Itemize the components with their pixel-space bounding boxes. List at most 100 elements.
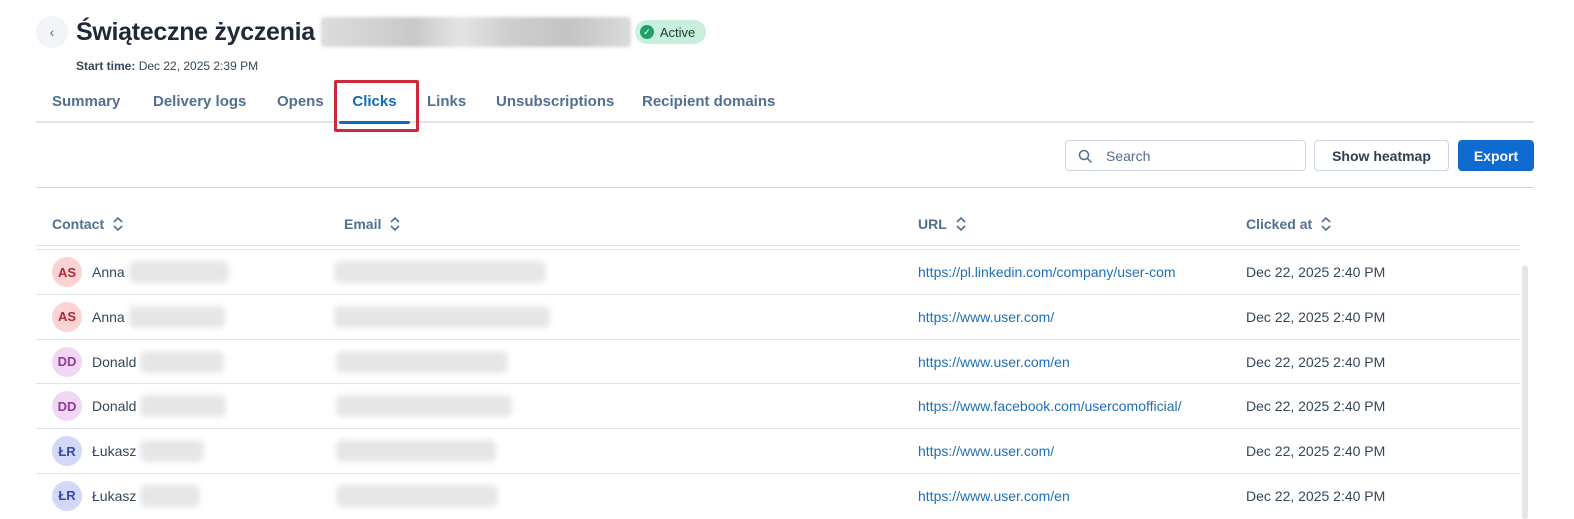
search-field[interactable] xyxy=(1065,140,1306,171)
page-header: ‹ Świąteczne życzenia ✓ Active xyxy=(36,14,707,50)
status-badge-label: Active xyxy=(659,24,696,40)
clicked-at-value: Dec 22, 2025 2:40 PM xyxy=(1246,487,1386,504)
contact-cell: AS Anna xyxy=(52,250,229,294)
avatar: DD xyxy=(52,391,82,422)
url-cell: https://www.user.com/en xyxy=(918,340,1070,384)
avatar: AS xyxy=(52,257,82,287)
clicked-at-cell: Dec 22, 2025 2:40 PM xyxy=(1246,429,1385,473)
url-link[interactable]: https://www.user.com/en xyxy=(918,354,1070,370)
start-time-value: Dec 22, 2025 2:39 PM xyxy=(138,59,259,73)
url-link[interactable]: https://www.user.com/en xyxy=(918,488,1070,504)
table-row[interactable]: DD Donald https://www.user.com/en Dec 22… xyxy=(36,340,1520,385)
redacted-email xyxy=(336,440,496,463)
tab-opens[interactable]: Opens xyxy=(277,80,324,123)
email-cell xyxy=(334,250,546,294)
email-cell xyxy=(336,340,508,384)
redacted-email xyxy=(336,484,498,507)
email-cell xyxy=(336,429,496,473)
table-row[interactable]: ŁR Łukasz https://www.user.com/ Dec 22, … xyxy=(36,429,1520,474)
column-header-label: Contact xyxy=(52,216,105,232)
redacted-surname xyxy=(128,305,225,328)
chevron-left-icon: ‹ xyxy=(49,24,55,40)
column-header-url[interactable]: URL xyxy=(918,204,967,244)
contact-name[interactable]: Donald xyxy=(92,354,136,370)
avatar: ŁR xyxy=(52,436,82,467)
url-cell: https://www.user.com/ xyxy=(918,429,1054,473)
contact-cell: ŁR Łukasz xyxy=(52,474,201,518)
redacted-email xyxy=(336,350,508,373)
clicked-at-value: Dec 22, 2025 2:40 PM xyxy=(1246,264,1386,280)
contact-name[interactable]: Donald xyxy=(92,398,136,414)
sort-icon xyxy=(390,216,400,232)
table-row[interactable]: ŁR Łukasz https://www.user.com/en Dec 22… xyxy=(36,474,1520,519)
tab-unsubscriptions[interactable]: Unsubscriptions xyxy=(496,80,614,123)
search-input[interactable] xyxy=(1106,147,1286,164)
table-row[interactable]: AS Anna https://pl.linkedin.com/company/… xyxy=(36,250,1520,295)
avatar: DD xyxy=(52,346,82,377)
tab-recipient-domains[interactable]: Recipient domains xyxy=(642,80,775,123)
clicked-at-cell: Dec 22, 2025 2:40 PM xyxy=(1246,340,1385,384)
url-link[interactable]: https://www.user.com/ xyxy=(918,309,1054,325)
column-header-email[interactable]: Email xyxy=(344,204,401,244)
clicked-at-cell: Dec 22, 2025 2:40 PM xyxy=(1246,384,1385,428)
redacted-email xyxy=(334,261,546,283)
export-button[interactable]: Export xyxy=(1458,140,1534,171)
start-time-label: Start time: xyxy=(76,59,136,73)
url-link[interactable]: https://www.user.com/ xyxy=(918,443,1054,459)
tab-summary[interactable]: Summary xyxy=(52,80,120,123)
redacted-email xyxy=(336,395,512,418)
tab-delivery-logs[interactable]: Delivery logs xyxy=(153,80,246,123)
column-header-label: URL xyxy=(918,216,947,232)
tab-links[interactable]: Links xyxy=(427,80,466,123)
clicked-at-cell: Dec 22, 2025 2:40 PM xyxy=(1246,474,1385,518)
sort-icon xyxy=(956,216,966,232)
show-heatmap-button[interactable]: Show heatmap xyxy=(1314,140,1449,171)
clicked-at-value: Dec 22, 2025 2:40 PM xyxy=(1246,308,1386,325)
avatar: ŁR xyxy=(52,480,82,511)
back-button[interactable]: ‹ xyxy=(36,16,68,48)
tab-bar: Summary Delivery logs Opens Clicks Links… xyxy=(36,80,1534,124)
url-cell: https://www.facebook.com/usercomofficial… xyxy=(918,384,1182,428)
column-header-clicked-at[interactable]: Clicked at xyxy=(1246,204,1332,244)
url-link[interactable]: https://pl.linkedin.com/company/user-com xyxy=(918,264,1176,280)
table-row[interactable]: DD Donald https://www.facebook.com/userc… xyxy=(36,384,1520,430)
status-badge: ✓ Active xyxy=(634,20,707,44)
clicked-at-cell: Dec 22, 2025 2:40 PM xyxy=(1246,250,1385,294)
url-link[interactable]: https://www.facebook.com/usercomofficial… xyxy=(918,398,1182,414)
table-row[interactable]: AS Anna https://www.user.com/ Dec 22, 20… xyxy=(36,295,1520,340)
start-time: Start time: Dec 22, 2025 2:39 PM xyxy=(76,59,258,73)
contact-name[interactable]: Łukasz xyxy=(92,443,136,459)
column-header-label: Clicked at xyxy=(1246,216,1313,232)
table-header: Contact Email URL Clicked at xyxy=(36,204,1520,246)
clicked-at-value: Dec 22, 2025 2:40 PM xyxy=(1246,353,1386,370)
url-cell: https://www.user.com/ xyxy=(918,295,1054,339)
redacted-surname xyxy=(140,350,225,373)
column-header-label: Email xyxy=(344,216,382,232)
email-cell xyxy=(336,384,512,428)
contact-cell: DD Donald xyxy=(52,384,227,428)
redacted-email xyxy=(334,305,550,328)
redacted-surname xyxy=(128,261,229,283)
sort-icon xyxy=(113,216,123,232)
contact-name[interactable]: Anna xyxy=(92,309,125,325)
page-title: Świąteczne życzenia xyxy=(76,17,315,46)
email-cell xyxy=(334,295,550,339)
sort-icon xyxy=(1321,216,1331,232)
redacted-surname xyxy=(140,395,227,418)
clicked-at-value: Dec 22, 2025 2:40 PM xyxy=(1246,443,1386,460)
toolbar-divider xyxy=(36,187,1534,188)
clicked-at-cell: Dec 22, 2025 2:40 PM xyxy=(1246,295,1385,339)
contact-name[interactable]: Łukasz xyxy=(92,488,136,504)
contact-cell: AS Anna xyxy=(52,295,225,339)
column-header-contact[interactable]: Contact xyxy=(52,204,124,244)
url-cell: https://pl.linkedin.com/company/user-com xyxy=(918,250,1176,294)
contact-cell: ŁR Łukasz xyxy=(52,429,205,473)
contact-cell: DD Donald xyxy=(52,340,225,384)
vertical-scrollbar[interactable] xyxy=(1522,265,1528,519)
table-body: AS Anna https://pl.linkedin.com/company/… xyxy=(36,250,1520,519)
redacted-surname xyxy=(140,484,201,507)
redacted-title-suffix xyxy=(320,17,631,47)
search-icon xyxy=(1078,149,1092,163)
tab-clicks[interactable]: Clicks xyxy=(338,80,411,124)
contact-name[interactable]: Anna xyxy=(92,264,125,280)
